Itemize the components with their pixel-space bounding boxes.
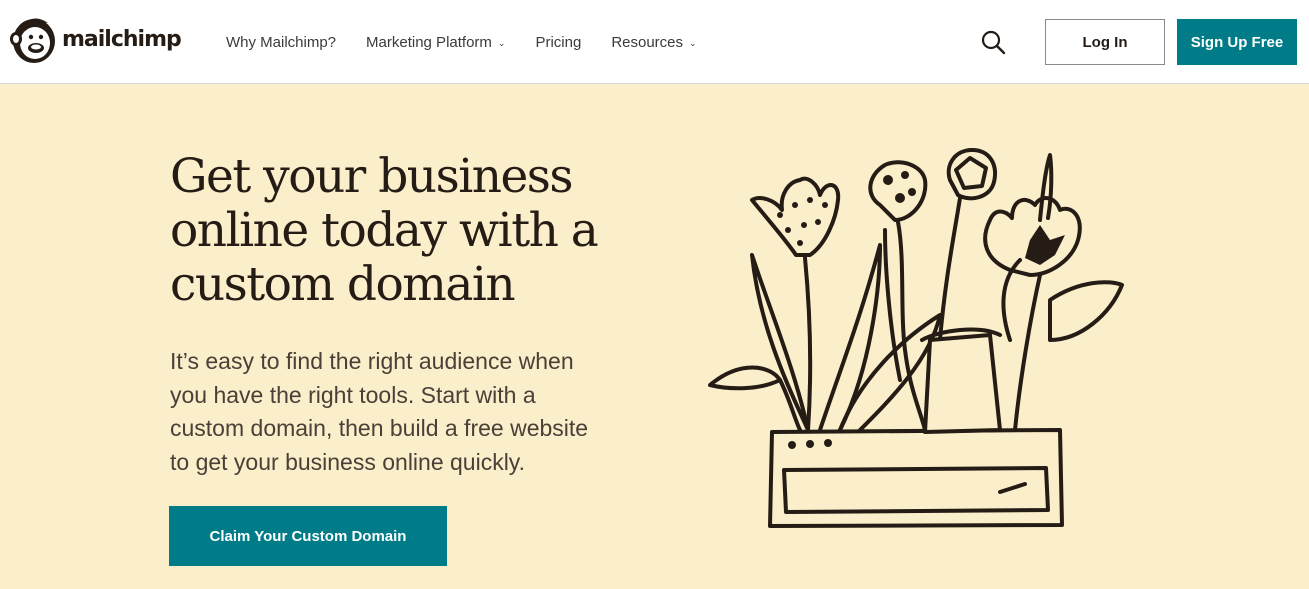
logo-wordmark: mailchimp (62, 26, 182, 52)
flower-planter-illustration (700, 140, 1140, 540)
headline-line: online today with a (170, 203, 599, 258)
nav-item-label: Marketing Platform (366, 33, 492, 51)
headline-line: Get your business (170, 149, 574, 204)
headline-line: custom domain (170, 257, 516, 312)
hero-headline: Get your business online today with a cu… (170, 150, 690, 312)
site-header: mailchimp Why Mailchimp? Marketing Platf… (0, 0, 1309, 84)
nav-pricing[interactable]: Pricing (535, 34, 581, 51)
nav-item-label: Resources (611, 33, 684, 51)
description-line: to get your business online quickly. (170, 448, 525, 475)
login-button[interactable]: Log In (1045, 19, 1165, 65)
freddie-chimp-icon (8, 13, 60, 70)
chevron-down-icon: ⌄ (497, 37, 506, 48)
description-line: you have the right tools. Start with a (170, 381, 536, 408)
chevron-down-icon: ⌄ (689, 37, 697, 48)
description-line: It’s easy to find the right audience whe… (170, 348, 574, 374)
nav-marketing-platform[interactable]: Marketing Platform ⌄ (366, 34, 505, 51)
nav-resources[interactable]: Resources ⌄ (611, 34, 696, 51)
signup-button[interactable]: Sign Up Free (1177, 19, 1297, 65)
claim-domain-button[interactable]: Claim Your Custom Domain (169, 506, 447, 566)
nav-why-mailchimp[interactable]: Why Mailchimp? (226, 34, 336, 51)
hero-description: It’s easy to find the right audience whe… (170, 345, 640, 479)
logo-link[interactable]: mailchimp (8, 13, 182, 70)
nav-item-label: Why Mailchimp? (226, 33, 337, 51)
main-nav: Why Mailchimp? Marketing Platform ⌄ Pric… (226, 0, 727, 84)
description-line: custom domain, then build a free website (170, 415, 589, 441)
search-icon[interactable] (980, 29, 1006, 55)
nav-item-label: Pricing (535, 33, 582, 51)
